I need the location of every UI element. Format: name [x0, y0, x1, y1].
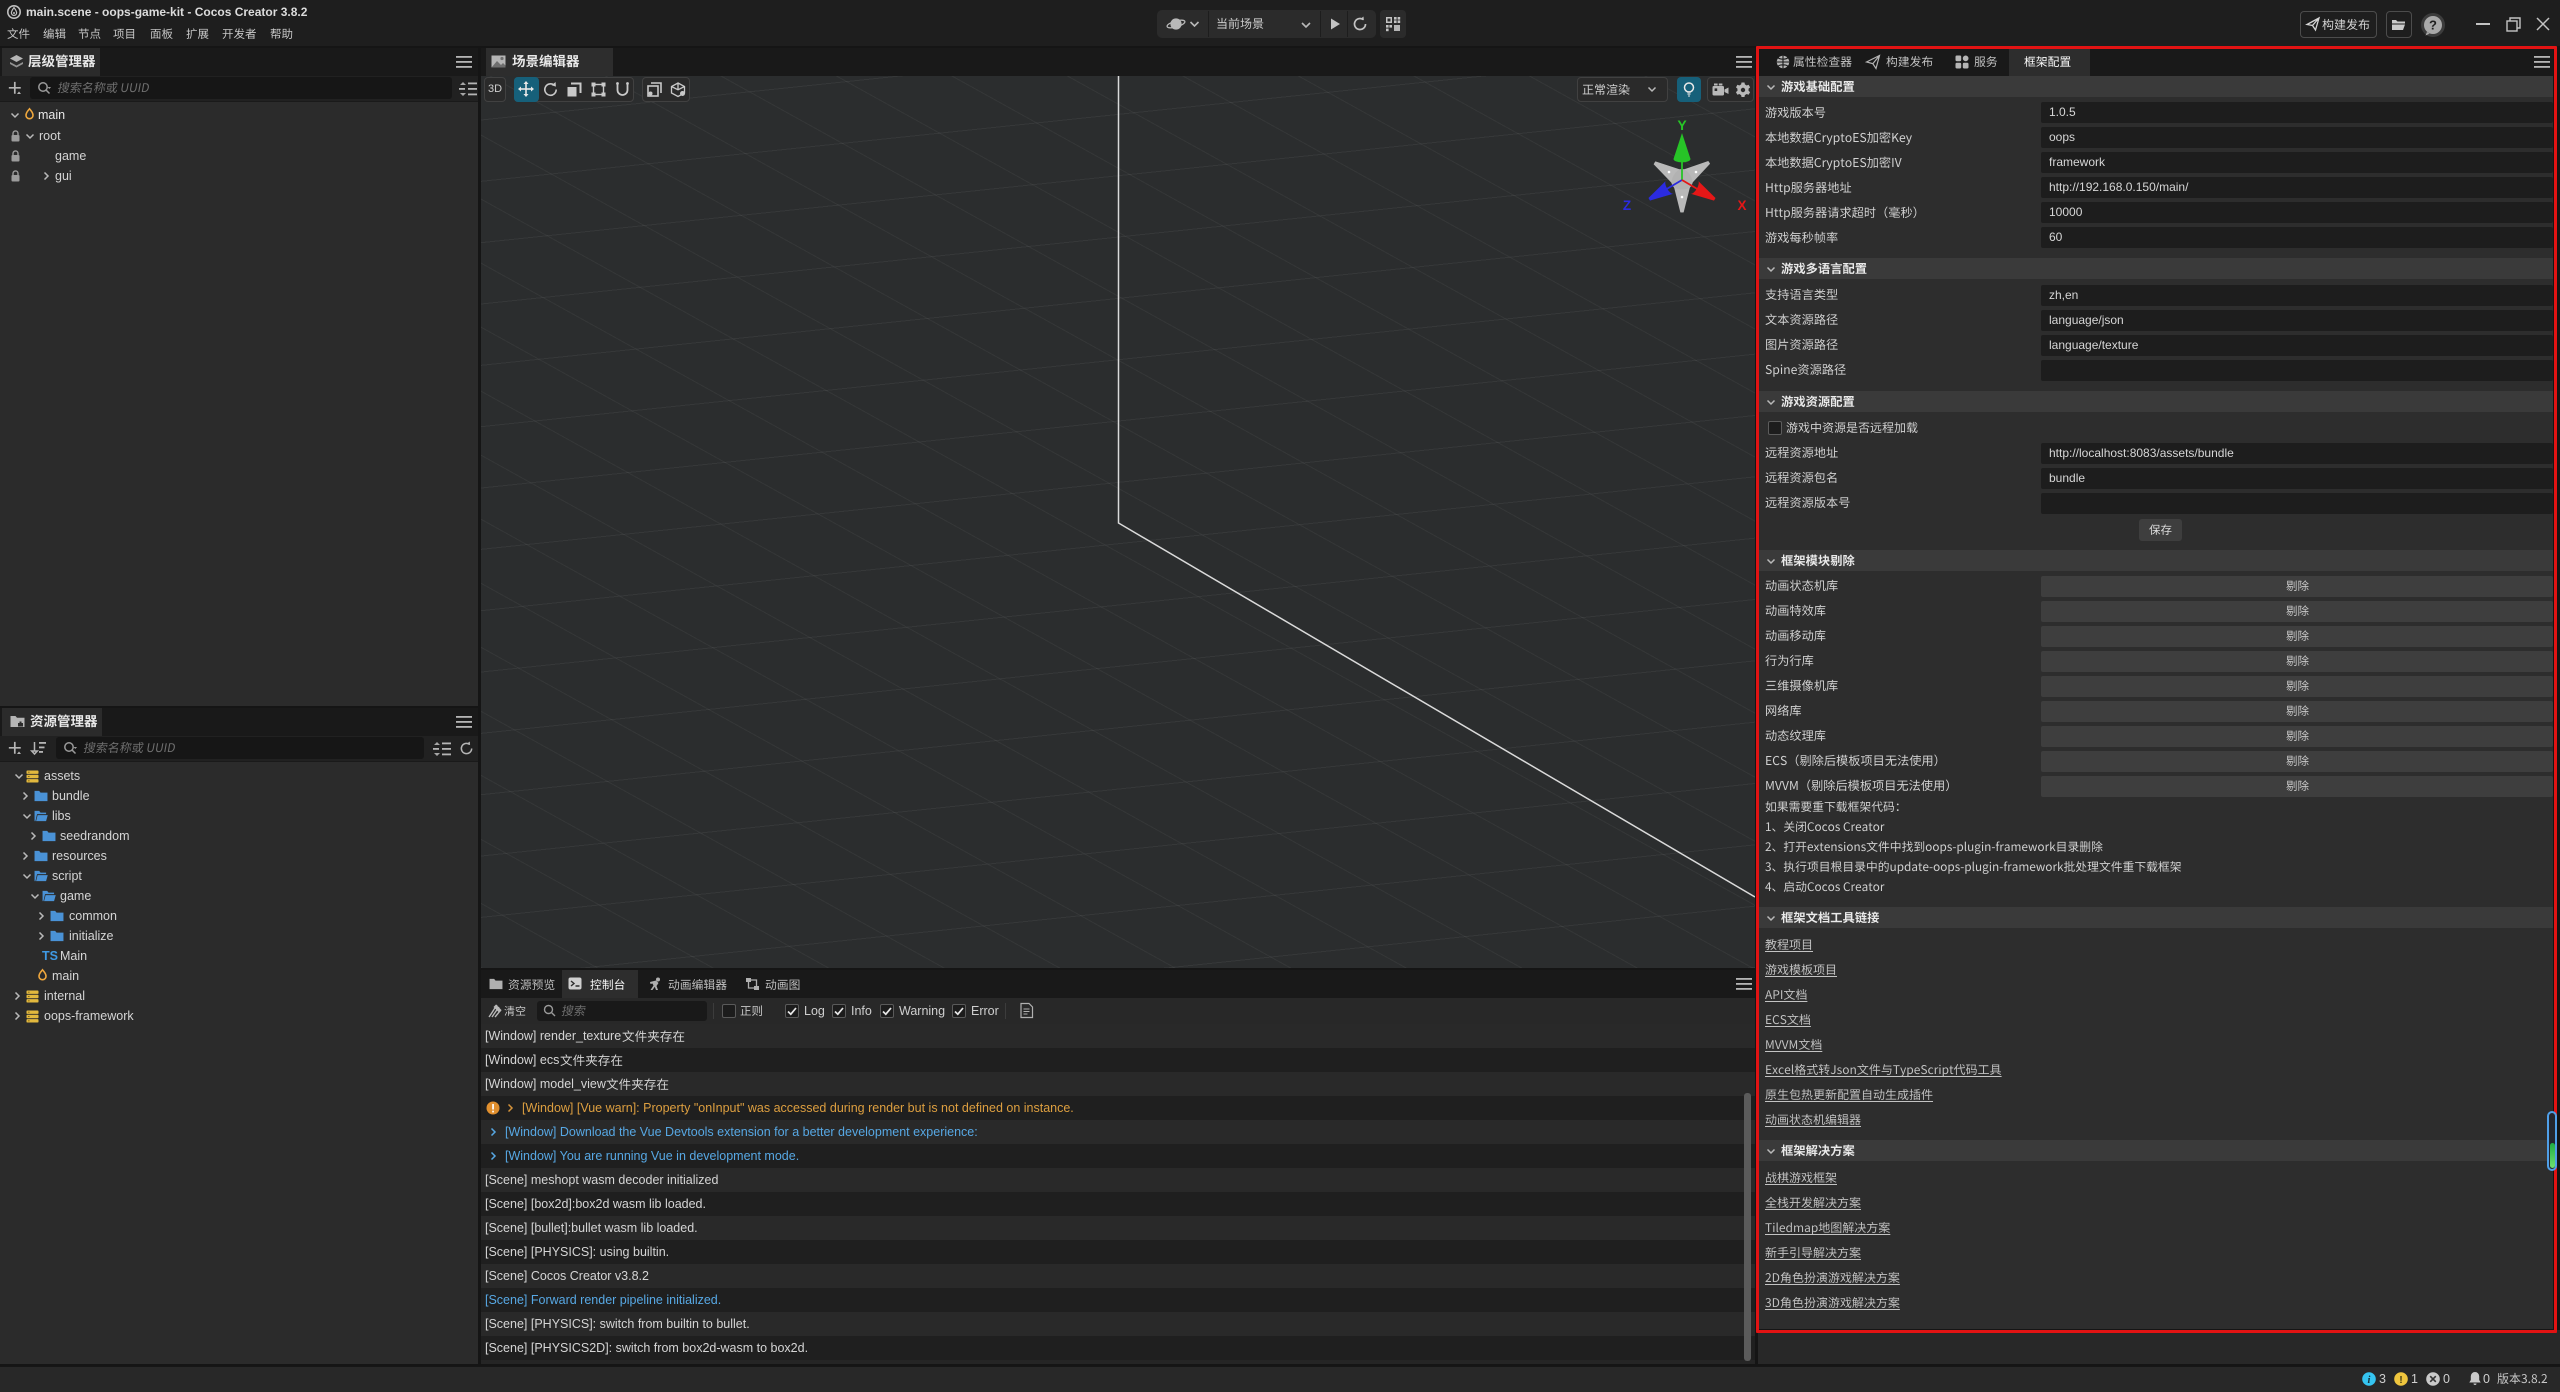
svg-text:X: X [1737, 198, 1746, 213]
svg-text:Y: Y [1677, 117, 1687, 133]
svg-text:Z: Z [1623, 198, 1631, 213]
svg-text:?: ? [2429, 18, 2437, 33]
svg-text:i: i [2368, 1375, 2371, 1386]
svg-text:!: ! [2399, 1374, 2403, 1386]
